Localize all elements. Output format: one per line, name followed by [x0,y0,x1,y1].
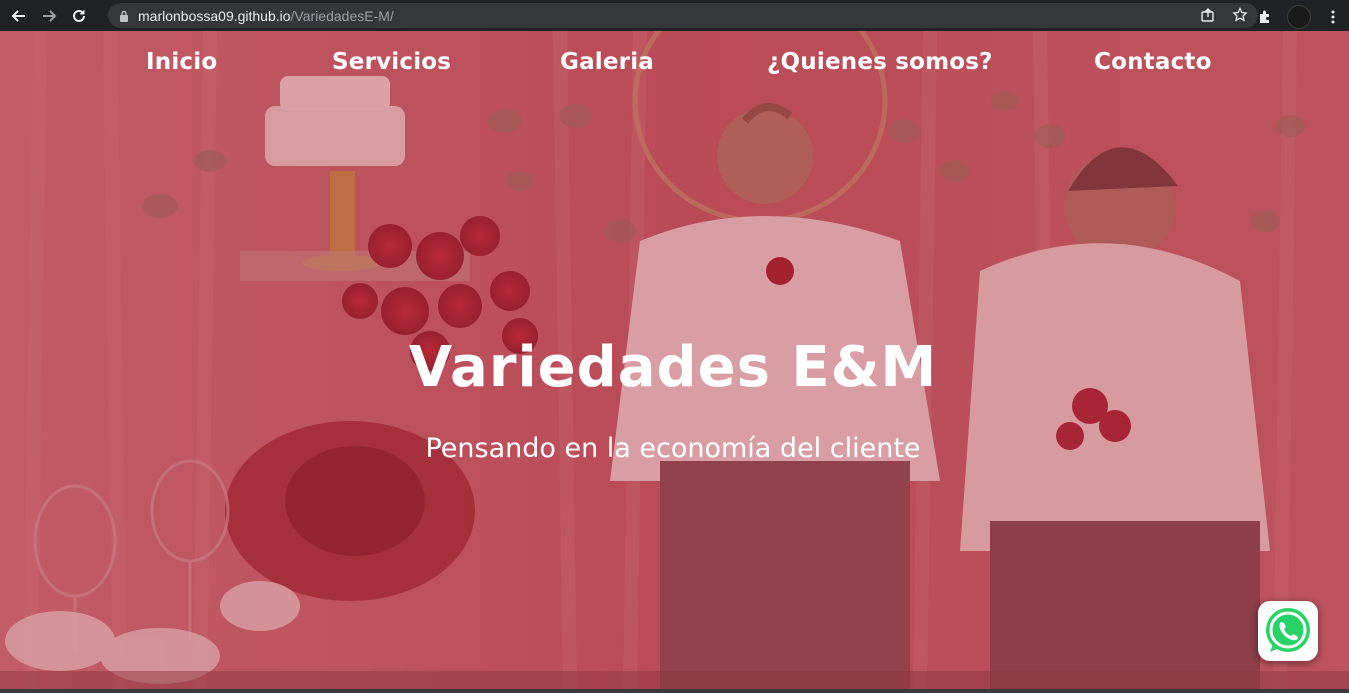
page-bottom-edge [0,689,1349,693]
whatsapp-icon [1266,608,1310,652]
nav-contacto[interactable]: Contacto [1094,49,1212,75]
profile-avatar[interactable] [1287,5,1311,29]
reload-icon[interactable] [68,5,90,27]
extensions-icon[interactable] [1257,9,1273,25]
url-text: marlonbossa09.github.io/VariedadesE-M/ [138,8,394,24]
nav-galeria[interactable]: Galeria [560,49,654,75]
star-icon[interactable] [1232,7,1248,23]
whatsapp-button[interactable] [1258,601,1318,661]
share-icon[interactable] [1200,7,1216,23]
main-navigation: Inicio Servicios Galeria ¿Quienes somos?… [0,49,1349,85]
back-arrow-icon[interactable] [8,5,30,27]
url-host: marlonbossa09.github.io [138,7,291,24]
forward-arrow-icon[interactable] [38,5,60,27]
browser-toolbar: marlonbossa09.github.io/VariedadesE-M/ [0,0,1349,31]
nav-quienes-somos[interactable]: ¿Quienes somos? [767,49,993,75]
nav-inicio[interactable]: Inicio [146,49,217,75]
more-menu-icon[interactable] [1325,9,1341,25]
hero-subtitle: Pensando en la economía del cliente [425,433,921,464]
hero-section: Inicio Servicios Galeria ¿Quienes somos?… [0,31,1349,693]
nav-servicios[interactable]: Servicios [332,49,451,75]
address-bar[interactable]: marlonbossa09.github.io/VariedadesE-M/ [108,3,1258,28]
hero-title: Variedades E&M [408,335,938,400]
lock-icon [120,10,128,22]
url-path: /VariedadesE-M/ [290,7,394,24]
